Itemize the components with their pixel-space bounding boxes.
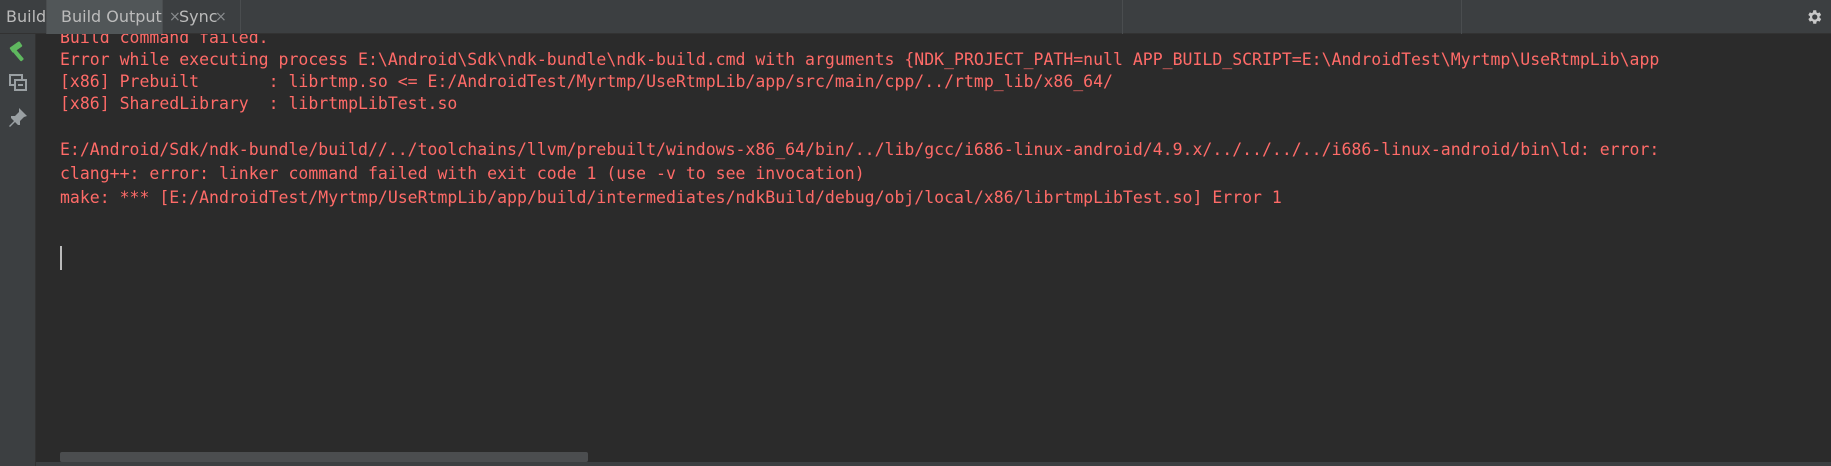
tab-build-output-label: Build Output [61, 7, 162, 26]
bottom-border [36, 462, 1831, 466]
close-icon[interactable]: × [215, 0, 227, 34]
header-separator [1122, 0, 1123, 34]
console-line: Error while executing process E:\Android… [60, 50, 1660, 69]
horizontal-scrollbar[interactable] [60, 452, 588, 462]
tab-sync-label: Sync [179, 7, 218, 26]
console-line: [x86] Prebuilt : librtmp.so <= E:/Androi… [60, 72, 1113, 91]
build-tool-window-header: Build: Build Output × Sync × [0, 0, 1831, 34]
tab-build-output[interactable]: Build Output × [47, 0, 181, 34]
pin-icon[interactable] [5, 104, 31, 130]
console-line: clang++: error: linker command failed wi… [60, 164, 865, 183]
console-line: make: *** [E:/AndroidTest/Myrtmp/UseRtmp… [60, 188, 1282, 207]
restore-layout-icon[interactable] [5, 70, 31, 96]
build-side-toolbar [0, 34, 36, 466]
hammer-icon[interactable] [5, 38, 31, 64]
text-caret [60, 246, 62, 270]
header-separator [1461, 0, 1462, 34]
tab-separator [240, 0, 241, 34]
gear-icon[interactable] [1805, 8, 1823, 26]
build-label: Build: [6, 7, 52, 26]
console-line: [x86] SharedLibrary : librtmpLibTest.so [60, 94, 458, 113]
tab-sync[interactable]: Sync × [163, 0, 238, 34]
console-line: E:/Android/Sdk/ndk-bundle/build//../tool… [60, 140, 1660, 159]
build-console-output[interactable]: Build command failed. Error while execut… [36, 34, 1831, 466]
